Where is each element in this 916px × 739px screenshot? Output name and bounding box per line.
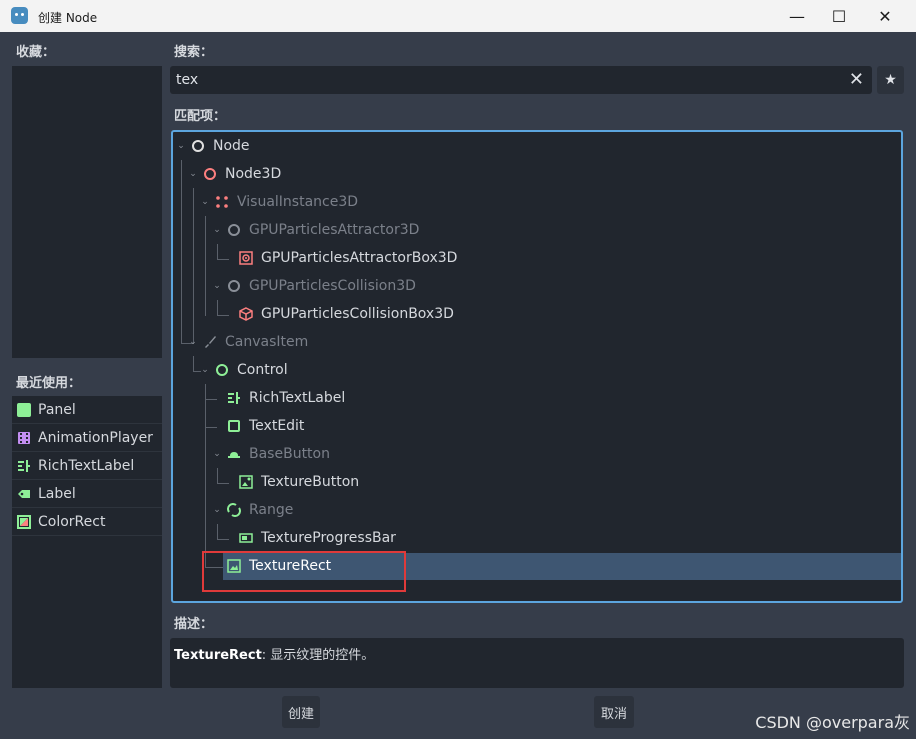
- watermark: CSDN @overpara灰: [755, 713, 910, 732]
- description-label: 描述：: [174, 617, 214, 632]
- close-window-button[interactable]: ✕: [862, 0, 908, 32]
- tree-item-label: GPUParticlesAttractor3D: [249, 222, 420, 238]
- chevron-down-icon[interactable]: ⌄: [187, 169, 199, 179]
- chevron-down-icon[interactable]: ⌄: [187, 337, 199, 347]
- node3d-icon: [203, 167, 217, 181]
- recent-item-label: Label: [38, 485, 76, 502]
- chevron-down-icon[interactable]: ⌄: [211, 505, 223, 515]
- tree-item-label: TextureButton: [261, 474, 360, 490]
- tree-item-gpu-particles-attractor-box-3d[interactable]: GPUParticlesAttractorBox3D: [173, 244, 901, 272]
- recent-item-label: Panel: [38, 401, 76, 418]
- tree-item-visual-instance-3d[interactable]: ⌄ VisualInstance3D: [173, 188, 901, 216]
- tree-item-gpu-particles-collision-box-3d[interactable]: GPUParticlesCollisionBox3D: [173, 300, 901, 328]
- cancel-button[interactable]: 取消: [594, 696, 634, 728]
- canvas-item-icon: [203, 335, 217, 349]
- description-text: : 显示纹理的控件。: [261, 648, 375, 663]
- tree-item-range[interactable]: ⌄ Range: [173, 496, 901, 524]
- tree-item-label: Node: [213, 138, 250, 154]
- favorites-label: 收藏：: [16, 45, 56, 60]
- chevron-down-icon[interactable]: ⌄: [199, 365, 211, 375]
- recent-item-animation-player[interactable]: AnimationPlayer: [12, 424, 162, 452]
- tree-item-label: TextEdit: [249, 418, 305, 434]
- maximize-button[interactable]: ☐: [816, 0, 862, 32]
- recent-label: 最近使用：: [16, 376, 82, 391]
- range-icon: [227, 503, 241, 517]
- gpu-particles-attractor-3d-icon: [227, 223, 241, 237]
- gpu-particles-collision-3d-icon: [227, 279, 241, 293]
- tree-item-label: GPUParticlesAttractorBox3D: [261, 250, 458, 266]
- search-value: tex: [176, 72, 199, 88]
- tree-item-label: GPUParticlesCollisionBox3D: [261, 306, 454, 322]
- search-input[interactable]: tex ✕: [170, 66, 872, 94]
- title-bar: 创建 Node — ☐ ✕: [0, 0, 916, 32]
- panel-icon: [17, 402, 31, 417]
- animation-player-icon: [17, 431, 31, 445]
- tree-item-canvas-item[interactable]: ⌄ CanvasItem: [173, 328, 901, 356]
- tree-item-label: TextureProgressBar: [261, 530, 396, 546]
- recent-item-rich-text-label[interactable]: RichTextLabel: [12, 452, 162, 480]
- tree-item-label: Control: [237, 362, 288, 378]
- tree-item-control[interactable]: ⌄ Control: [173, 356, 901, 384]
- tree-item-label: BaseButton: [249, 446, 330, 462]
- tree-item-label: GPUParticlesCollision3D: [249, 278, 416, 294]
- gpu-particles-collision-box-3d-icon: [239, 307, 253, 321]
- control-icon: [215, 363, 229, 377]
- node-icon: [191, 139, 205, 153]
- text-edit-icon: [227, 419, 241, 433]
- description-box: TextureRect: 显示纹理的控件。: [170, 638, 904, 688]
- clear-search-icon[interactable]: ✕: [849, 69, 864, 90]
- favorites-list[interactable]: [12, 66, 162, 358]
- tree-item-label: Node3D: [225, 166, 282, 182]
- search-label: 搜索：: [174, 45, 214, 60]
- tree-item-label: VisualInstance3D: [237, 194, 359, 210]
- chevron-down-icon[interactable]: ⌄: [211, 449, 223, 459]
- tree-item-rich-text-label[interactable]: RichTextLabel: [173, 384, 901, 412]
- create-button[interactable]: 创建: [282, 696, 320, 728]
- base-button-icon: [227, 447, 241, 461]
- tree-item-node[interactable]: ⌄ Node: [173, 132, 901, 160]
- tree-item-texture-button[interactable]: TextureButton: [173, 468, 901, 496]
- tree-item-label: Range: [249, 502, 294, 518]
- tree-item-base-button[interactable]: ⌄ BaseButton: [173, 440, 901, 468]
- highlight-annotation-box: [202, 551, 406, 592]
- create-node-dialog: 收藏： 最近使用： Panel AnimationPlayer RichText…: [0, 32, 916, 739]
- matches-label: 匹配项：: [174, 109, 227, 124]
- description-node-name: TextureRect: [174, 648, 262, 663]
- rich-text-label-icon: [17, 459, 31, 473]
- matches-tree[interactable]: ⌄ Node ⌄ Node3D ⌄ VisualInstance3D ⌄ GPU…: [171, 130, 903, 603]
- chevron-down-icon[interactable]: ⌄: [211, 225, 223, 235]
- tree-item-label: CanvasItem: [225, 334, 309, 350]
- recent-item-label-node[interactable]: Label: [12, 480, 162, 508]
- texture-progress-bar-icon: [239, 531, 253, 545]
- minimize-button[interactable]: —: [774, 0, 820, 32]
- tree-item-gpu-particles-collision-3d[interactable]: ⌄ GPUParticlesCollision3D: [173, 272, 901, 300]
- gpu-particles-attractor-box-3d-icon: [239, 251, 253, 265]
- godot-app-icon: [11, 7, 28, 24]
- texture-button-icon: [239, 475, 253, 489]
- recent-item-color-rect[interactable]: ColorRect: [12, 508, 162, 536]
- tree-item-text-edit[interactable]: TextEdit: [173, 412, 901, 440]
- chevron-down-icon[interactable]: ⌄: [199, 197, 211, 207]
- tree-item-gpu-particles-attractor-3d[interactable]: ⌄ GPUParticlesAttractor3D: [173, 216, 901, 244]
- label-icon: [17, 487, 31, 501]
- recent-item-label: AnimationPlayer: [38, 429, 153, 446]
- recent-item-panel[interactable]: Panel: [12, 396, 162, 424]
- tree-item-node3d[interactable]: ⌄ Node3D: [173, 160, 901, 188]
- recent-item-label: RichTextLabel: [38, 457, 135, 474]
- tree-item-label: RichTextLabel: [249, 390, 346, 406]
- visual-instance-3d-icon: [215, 195, 229, 209]
- color-rect-icon: [17, 514, 31, 529]
- chevron-down-icon[interactable]: ⌄: [175, 141, 187, 151]
- recent-list: Panel AnimationPlayer RichTextLabel Labe…: [12, 396, 162, 688]
- tree-item-texture-progress-bar[interactable]: TextureProgressBar: [173, 524, 901, 552]
- window-title: 创建 Node: [38, 11, 98, 25]
- chevron-down-icon[interactable]: ⌄: [211, 281, 223, 291]
- recent-item-label: ColorRect: [38, 513, 106, 530]
- rich-text-label-icon: [227, 391, 241, 405]
- favorite-star-button[interactable]: ★: [877, 66, 904, 94]
